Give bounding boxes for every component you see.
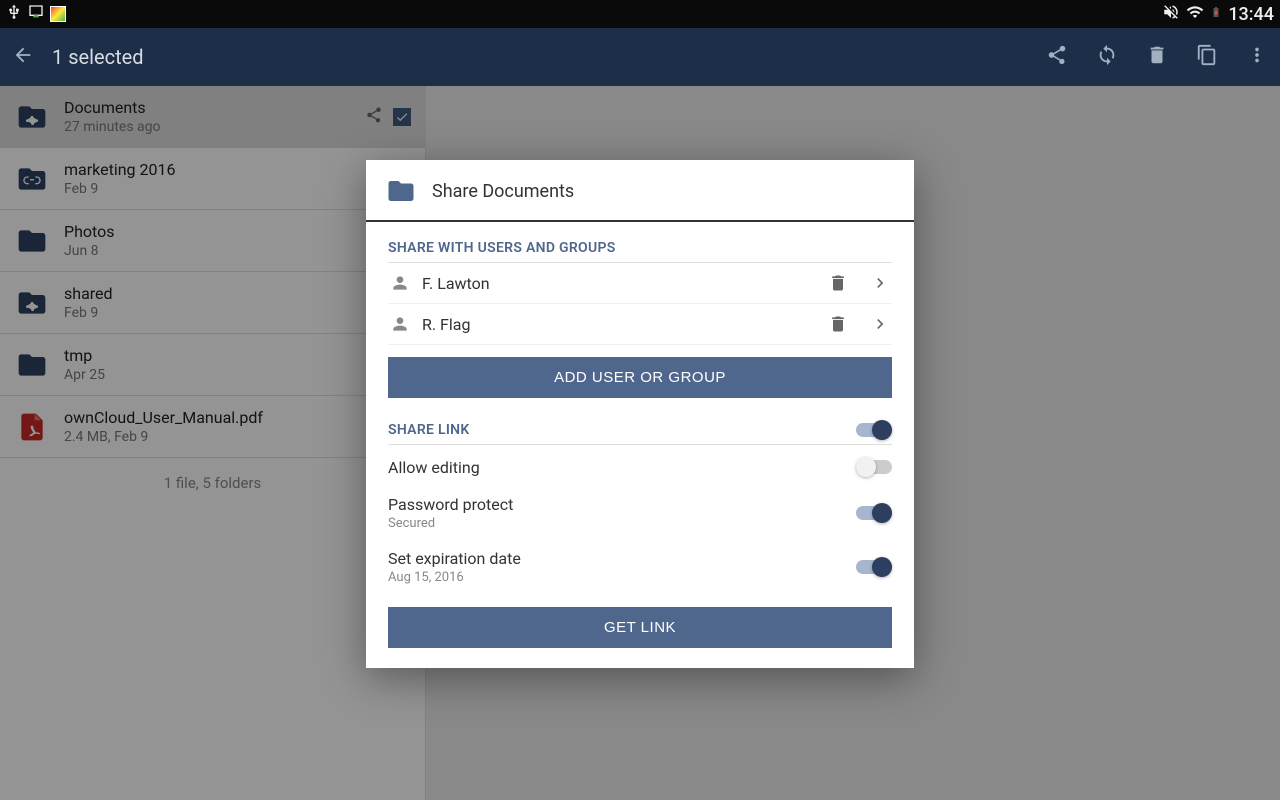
delete-action-icon[interactable] (1146, 44, 1168, 70)
chevron-right-icon[interactable] (870, 273, 890, 293)
get-link-button[interactable]: GET LINK (388, 607, 892, 648)
password-protect-row[interactable]: Password protect Secured (388, 483, 892, 537)
shared-folder-icon (14, 99, 50, 135)
share-users-label: SHARE WITH USERS AND GROUPS (388, 240, 892, 263)
share-user-row[interactable]: F. Lawton (388, 263, 892, 304)
overflow-menu-icon[interactable] (1246, 44, 1268, 70)
share-dialog: Share Documents SHARE WITH USERS AND GRO… (366, 160, 914, 668)
remove-user-icon[interactable] (828, 314, 848, 334)
gallery-icon (50, 6, 66, 22)
file-meta: Feb 9 (64, 181, 411, 197)
person-icon (390, 273, 410, 293)
file-name: Photos (64, 222, 411, 241)
option-label: Password protect (388, 495, 513, 514)
folder-icon (386, 176, 416, 206)
mute-icon (1162, 3, 1180, 26)
file-name: shared (64, 284, 411, 303)
folder-icon (14, 223, 50, 259)
password-protect-toggle[interactable] (856, 503, 892, 523)
copy-action-icon[interactable] (1196, 44, 1218, 70)
person-icon (390, 314, 410, 334)
pdf-icon (14, 409, 50, 445)
file-meta: Feb 9 (64, 305, 411, 321)
wifi-icon (1186, 3, 1204, 26)
remove-user-icon[interactable] (828, 273, 848, 293)
usb-icon (6, 4, 22, 24)
allow-editing-row[interactable]: Allow editing (388, 445, 892, 483)
option-sublabel: Secured (388, 516, 513, 531)
file-meta: 27 minutes ago (64, 119, 351, 135)
share-user-name: F. Lawton (422, 274, 816, 293)
share-link-toggle[interactable] (856, 420, 892, 440)
file-name: tmp (64, 346, 411, 365)
file-meta: Apr 25 (64, 367, 411, 383)
share-link-label: SHARE LINK (388, 422, 470, 438)
dialog-title: Share Documents (432, 181, 574, 202)
file-summary: 1 file, 5 folders (0, 458, 425, 508)
file-item[interactable]: Photos Jun 8 (0, 210, 425, 272)
file-meta: Jun 8 (64, 243, 411, 259)
item-share-icon[interactable] (365, 106, 383, 128)
link-folder-icon (14, 161, 50, 197)
selection-app-bar: 1 selected (0, 28, 1280, 86)
share-user-name: R. Flag (422, 315, 816, 334)
file-item[interactable]: tmp Apr 25 (0, 334, 425, 396)
file-item[interactable]: marketing 2016 Feb 9 (0, 148, 425, 210)
sync-action-icon[interactable] (1096, 44, 1118, 70)
option-label: Set expiration date (388, 549, 521, 568)
add-user-button[interactable]: ADD USER OR GROUP (388, 357, 892, 398)
status-bar: 13:44 (0, 0, 1280, 28)
battery-icon (1210, 3, 1222, 26)
folder-icon (14, 347, 50, 383)
share-action-icon[interactable] (1046, 44, 1068, 70)
file-name: marketing 2016 (64, 160, 411, 179)
file-item[interactable]: ownCloud_User_Manual.pdf 2.4 MB, Feb 9 (0, 396, 425, 458)
item-checkbox[interactable] (393, 108, 411, 126)
file-name: Documents (64, 98, 351, 117)
file-item[interactable]: Documents 27 minutes ago (0, 86, 425, 148)
file-item[interactable]: shared Feb 9 (0, 272, 425, 334)
expiration-row[interactable]: Set expiration date Aug 15, 2016 (388, 537, 892, 591)
chevron-right-icon[interactable] (870, 314, 890, 334)
file-meta: 2.4 MB, Feb 9 (64, 429, 411, 445)
shared-folder-icon (14, 285, 50, 321)
option-sublabel: Aug 15, 2016 (388, 570, 521, 585)
allow-editing-toggle[interactable] (856, 457, 892, 477)
selection-count-title: 1 selected (52, 45, 144, 69)
back-arrow-icon[interactable] (12, 44, 34, 70)
expiration-toggle[interactable] (856, 557, 892, 577)
file-name: ownCloud_User_Manual.pdf (64, 408, 411, 427)
download-icon (28, 4, 44, 24)
file-list[interactable]: Documents 27 minutes ago marketing 2016 … (0, 86, 426, 800)
option-label: Allow editing (388, 458, 480, 477)
share-user-row[interactable]: R. Flag (388, 304, 892, 345)
status-time: 13:44 (1228, 4, 1274, 25)
